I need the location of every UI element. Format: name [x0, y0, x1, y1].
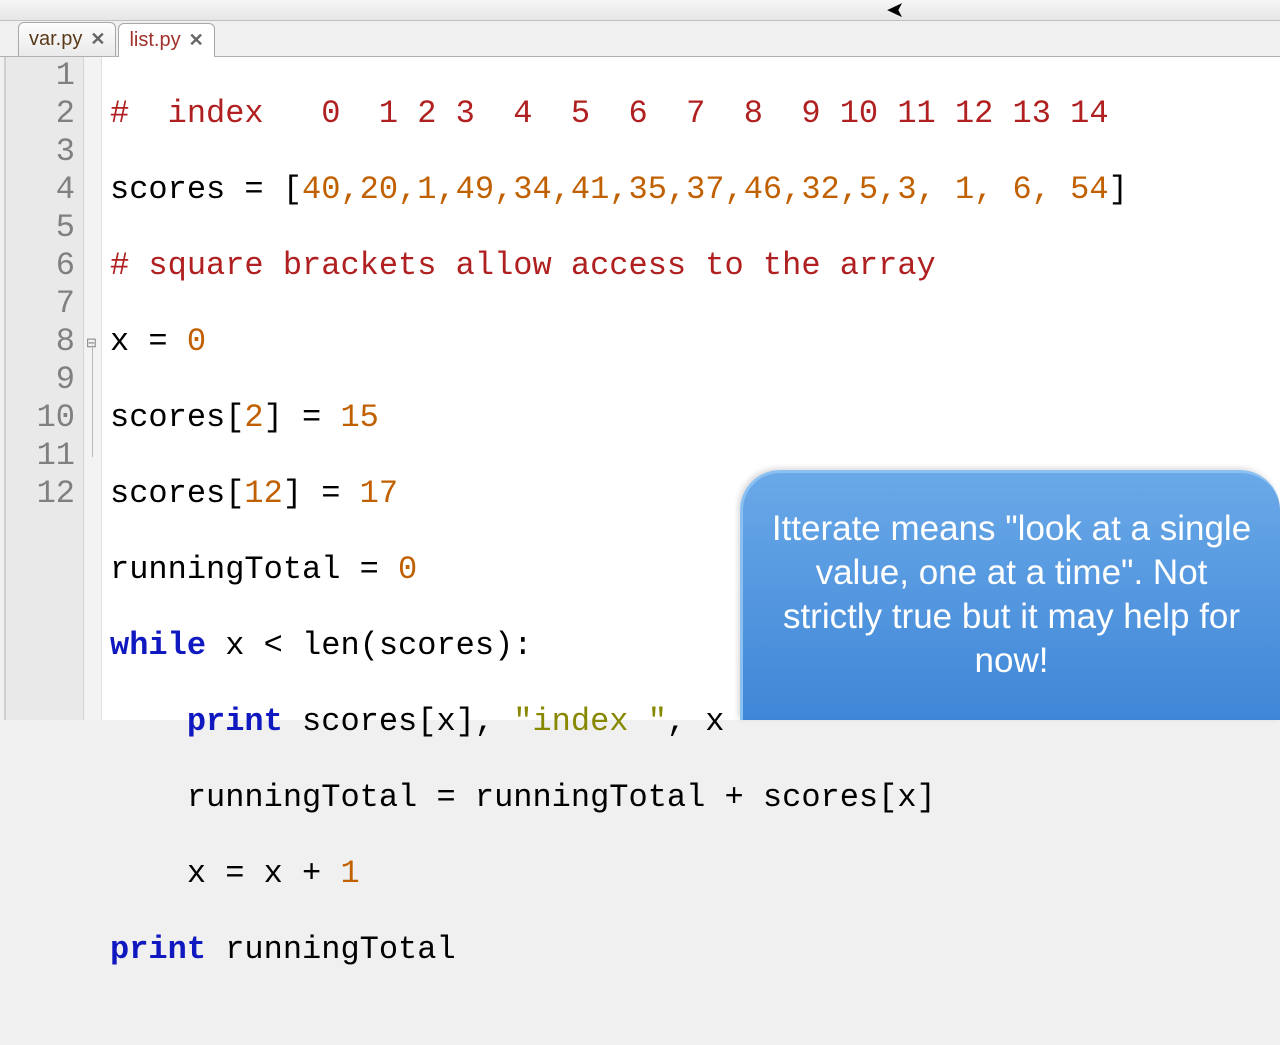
- fold-column: ⊟: [84, 57, 102, 720]
- comment-text: # index 0 1 2 3 4 5 6 7 8 9 10 11 12 13 …: [110, 95, 1109, 132]
- close-icon[interactable]: ✕: [189, 30, 204, 51]
- identifier: runningTotal: [187, 779, 417, 816]
- identifier: x: [110, 323, 129, 360]
- colon: :: [513, 627, 532, 664]
- identifier: scores: [763, 779, 878, 816]
- keyword: while: [110, 627, 206, 664]
- identifier: scores: [110, 475, 225, 512]
- identifier: runningTotal: [225, 931, 455, 968]
- tab-bar: var.py ✕ list.py ✕: [0, 21, 1280, 57]
- string: "index ": [513, 703, 667, 740]
- identifier: x: [897, 779, 916, 816]
- fold-guide-line: [92, 345, 93, 457]
- line-number: 10: [16, 399, 75, 437]
- code-line: runningTotal = runningTotal + scores[x]: [110, 779, 1128, 817]
- tab-var-py[interactable]: var.py ✕: [18, 22, 116, 56]
- line-number: 7: [16, 285, 75, 323]
- number: 2: [244, 399, 263, 436]
- operator: =: [302, 475, 360, 512]
- identifier: x: [705, 703, 724, 740]
- identifier: runningTotal: [475, 779, 705, 816]
- identifier: runningTotal: [110, 551, 340, 588]
- identifier: x: [187, 855, 206, 892]
- line-number: 4: [16, 171, 75, 209]
- keyword: print: [187, 703, 283, 740]
- operator: +: [705, 779, 763, 816]
- paren: (: [360, 627, 379, 664]
- code-line: # square brackets allow access to the ar…: [110, 247, 1128, 285]
- bracket: ]: [1109, 171, 1128, 208]
- bracket: [: [417, 703, 436, 740]
- bracket: [: [878, 779, 897, 816]
- bracket: ]: [283, 475, 302, 512]
- bracket: [: [225, 399, 244, 436]
- line-number: 11: [16, 437, 75, 475]
- line-number: 5: [16, 209, 75, 247]
- code-line: print runningTotal: [110, 931, 1128, 969]
- code-line: x = 0: [110, 323, 1128, 361]
- identifier: scores: [379, 627, 494, 664]
- operator: +: [283, 855, 341, 892]
- keyword: print: [110, 931, 206, 968]
- comment-text: # square brackets allow access to the ar…: [110, 247, 936, 284]
- number: 0: [398, 551, 417, 588]
- info-callout: Itterate means "look at a single value, …: [740, 470, 1280, 720]
- identifier: scores: [110, 399, 225, 436]
- tab-label: list.py: [129, 29, 180, 52]
- line-number: 6: [16, 247, 75, 285]
- number: 15: [340, 399, 378, 436]
- bracket: ]: [456, 703, 475, 740]
- operator: =: [417, 779, 475, 816]
- code-line: x = x + 1: [110, 855, 1128, 893]
- callout-text: Itterate means "look at a single value, …: [772, 509, 1251, 680]
- line-number: 2: [16, 95, 75, 133]
- identifier: scores: [110, 171, 225, 208]
- identifier: x: [264, 855, 283, 892]
- identifier: scores: [302, 703, 417, 740]
- operator: <: [244, 627, 302, 664]
- bracket: ]: [917, 779, 936, 816]
- code-line: scores = [40,20,1,49,34,41,35,37,46,32,5…: [110, 171, 1128, 209]
- line-number: 12: [16, 475, 75, 513]
- number-list: 40,20,1,49,34,41,35,37,46,32,5,3, 1, 6, …: [302, 171, 1109, 208]
- number: 0: [187, 323, 206, 360]
- code-line: scores[2] = 15: [110, 399, 1128, 437]
- mouse-cursor-icon: ➤: [886, 0, 904, 24]
- line-number: 8: [16, 323, 75, 361]
- tab-label: var.py: [29, 28, 82, 51]
- comma: ,: [475, 703, 513, 740]
- identifier: len: [302, 627, 360, 664]
- toolbar: [0, 0, 1280, 21]
- bracket: [: [283, 171, 302, 208]
- line-number: 1: [16, 57, 75, 95]
- close-icon[interactable]: ✕: [90, 29, 105, 50]
- bracket: ]: [264, 399, 283, 436]
- operator: =: [225, 171, 283, 208]
- identifier: x: [225, 627, 244, 664]
- operator: =: [129, 323, 187, 360]
- line-number: 9: [16, 361, 75, 399]
- identifier: x: [436, 703, 455, 740]
- number: 17: [360, 475, 398, 512]
- paren: ): [494, 627, 513, 664]
- operator: =: [206, 855, 264, 892]
- comma: ,: [667, 703, 705, 740]
- code-line: # index 0 1 2 3 4 5 6 7 8 9 10 11 12 13 …: [110, 95, 1128, 133]
- tab-list-py[interactable]: list.py ✕: [118, 23, 214, 57]
- line-number: 3: [16, 133, 75, 171]
- operator: =: [283, 399, 341, 436]
- line-number-gutter: 1 2 3 4 5 6 7 8 9 10 11 12: [6, 57, 84, 720]
- operator: =: [340, 551, 398, 588]
- number: 12: [244, 475, 282, 512]
- number: 1: [340, 855, 359, 892]
- bracket: [: [225, 475, 244, 512]
